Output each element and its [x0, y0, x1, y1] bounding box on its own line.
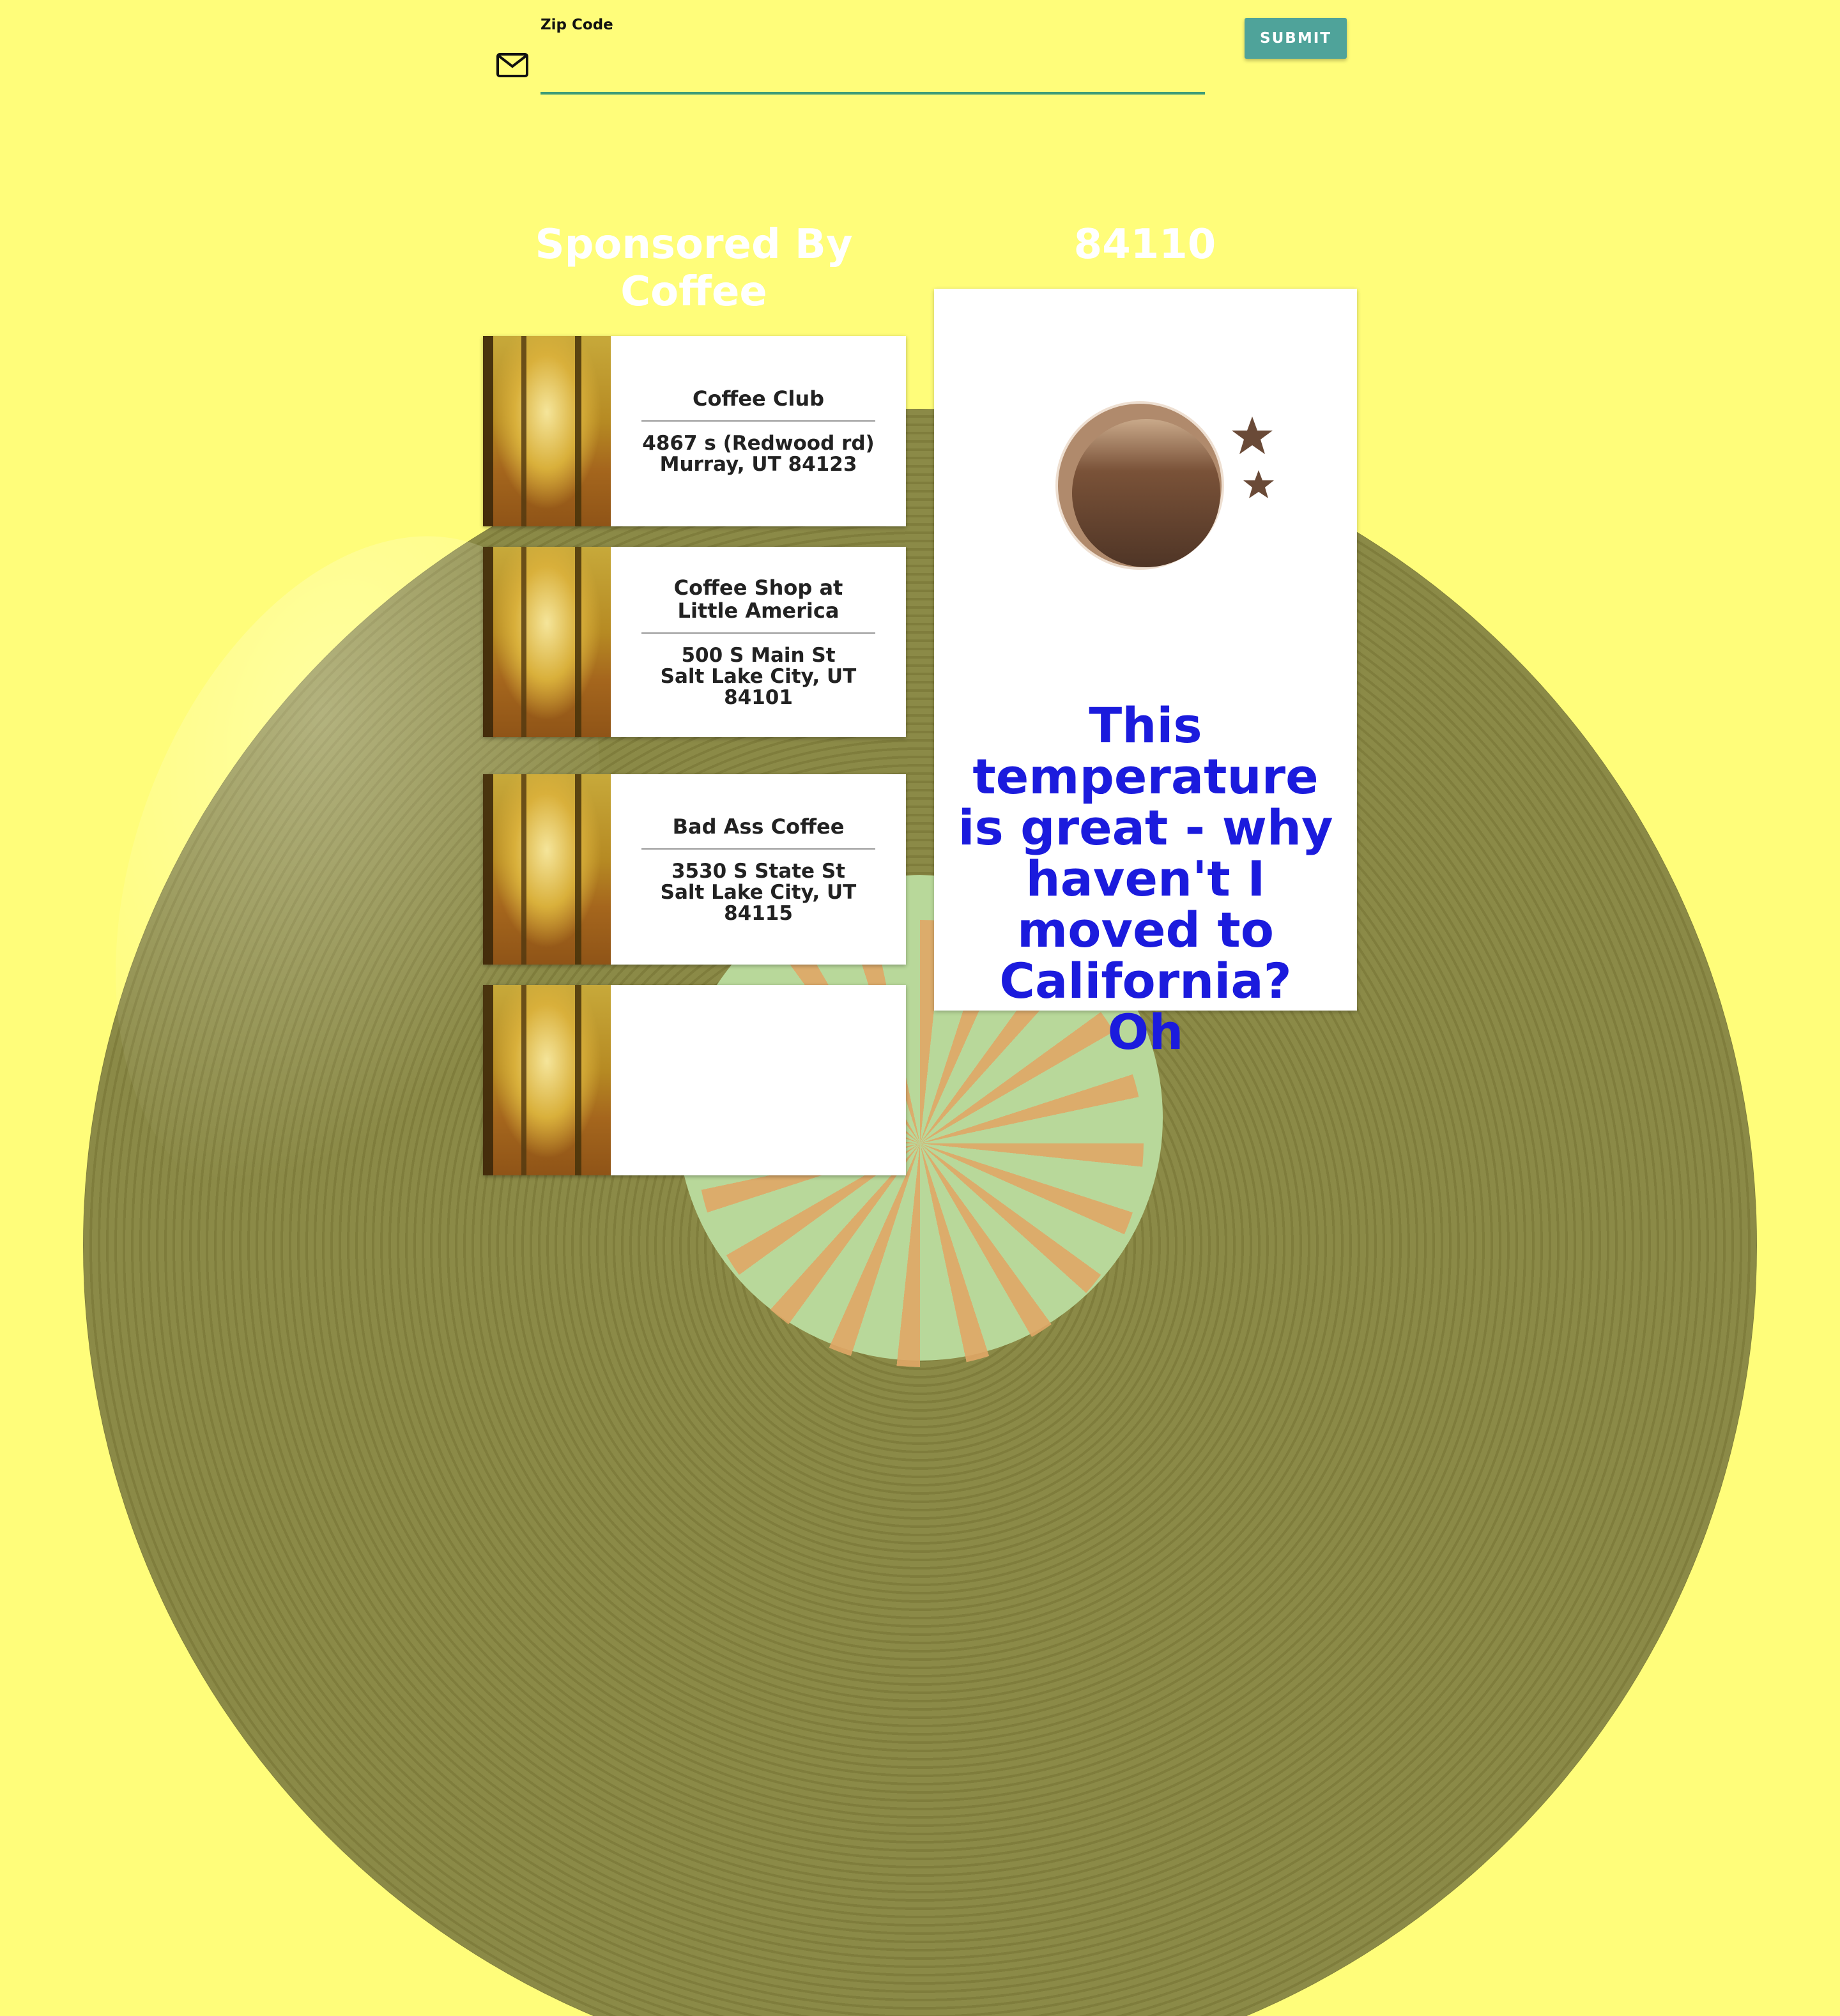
- shop-card[interactable]: Bad Ass Coffee 3530 S State St Salt Lake…: [483, 774, 906, 965]
- shop-card[interactable]: [483, 985, 906, 1175]
- moon-stars-icon: [1055, 401, 1274, 570]
- shop-card-body: Coffee Club 4867 s (Redwood rd) Murray, …: [611, 336, 906, 526]
- shop-address-line2: Salt Lake City, UT 84115: [660, 880, 857, 925]
- shop-image: [483, 985, 611, 1175]
- weather-message: This temperature is great - why haven't …: [958, 697, 1333, 1060]
- sponsor-title: Sponsored By Coffee: [535, 221, 853, 316]
- shop-address-line2: Murray, UT 84123: [659, 453, 857, 476]
- weather-card: This temperature is great - why haven't …: [934, 289, 1357, 1058]
- zip-input[interactable]: [540, 45, 1205, 95]
- shop-address-line2: Salt Lake City, UT 84101: [660, 664, 857, 709]
- divider: [641, 848, 875, 850]
- divider: [641, 420, 875, 422]
- shop-image: [483, 336, 611, 526]
- mail-icon: [496, 53, 528, 77]
- divider: [641, 632, 875, 634]
- shop-address-line1: 500 S Main St: [681, 643, 836, 667]
- shop-name: Coffee Shop at Little America: [673, 575, 843, 623]
- shop-card-body: Bad Ass Coffee 3530 S State St Salt Lake…: [611, 774, 906, 965]
- submit-button[interactable]: SUBMIT: [1245, 18, 1347, 59]
- shop-address-line1: 4867 s (Redwood rd): [642, 432, 875, 455]
- zip-label: Zip Code: [540, 17, 613, 33]
- shop-card-body: [611, 985, 906, 1175]
- shop-card[interactable]: Coffee Club 4867 s (Redwood rd) Murray, …: [483, 336, 906, 526]
- shop-image: [483, 547, 611, 737]
- shop-address-line1: 3530 S State St: [671, 859, 846, 883]
- shop-name: Bad Ass Coffee: [672, 814, 845, 839]
- shop-card-body: Coffee Shop at Little America 500 S Main…: [611, 547, 906, 737]
- shop-name: Coffee Club: [692, 386, 825, 411]
- shop-card[interactable]: Coffee Shop at Little America 500 S Main…: [483, 547, 906, 737]
- shop-image: [483, 774, 611, 965]
- zip-title: 84110: [1073, 221, 1216, 268]
